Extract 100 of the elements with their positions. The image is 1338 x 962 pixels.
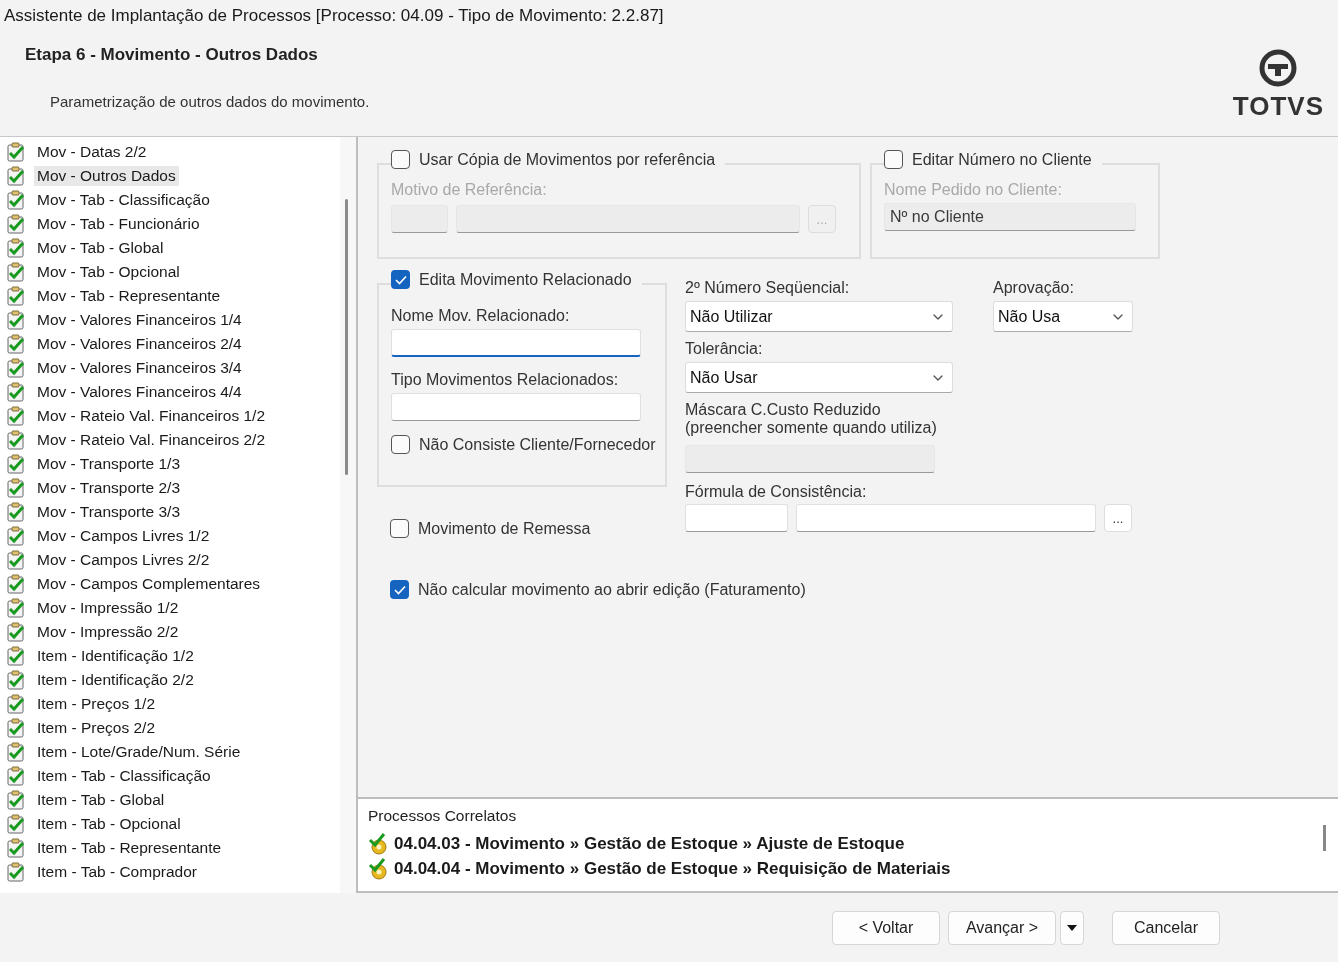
clipboard-check-icon [6, 334, 26, 354]
step-item[interactable]: Mov - Campos Livres 2/2 [34, 550, 213, 570]
field-label: Nome Mov. Relacionado: [391, 307, 571, 325]
step-item[interactable]: Item - Tab - Opcional [34, 814, 184, 834]
step-item[interactable]: Item - Identificação 1/2 [34, 646, 197, 666]
step-item[interactable]: Item - Tab - Comprador [34, 862, 200, 882]
clipboard-check-icon [6, 838, 26, 858]
field-label: Tipo Movimentos Relacionados: [391, 371, 620, 389]
check-icon [393, 584, 406, 595]
step-item[interactable]: Mov - Impressão 1/2 [34, 598, 182, 618]
gear-check-icon [368, 857, 390, 880]
input-field[interactable] [796, 504, 1096, 532]
wizard-button[interactable]: Avançar > [948, 910, 1056, 945]
step-item[interactable]: Mov - Campos Livres 1/2 [34, 526, 213, 546]
clipboard-check-icon [6, 358, 26, 378]
checkbox[interactable] [390, 580, 409, 599]
dropdown[interactable]: Não Usar [685, 362, 953, 393]
step-item[interactable]: Mov - Tab - Representante [34, 286, 224, 306]
field-hint: (preencher somente quando utiliza) [685, 419, 938, 437]
checkbox[interactable] [391, 435, 410, 454]
step-item[interactable]: Mov - Valores Financeiros 2/4 [34, 334, 245, 354]
step-item[interactable]: Mov - Tab - Classificação [34, 190, 213, 210]
scrollbar-thumb[interactable] [1323, 825, 1326, 851]
clipboard-check-icon [6, 478, 26, 498]
clipboard-check-icon [6, 718, 26, 738]
checkbox-label: Não Consiste Cliente/Fornecedor [419, 435, 656, 454]
field-label: Tolerância: [685, 340, 764, 358]
process-link[interactable]: 04.04.04 - Movimento » Gestão de Estoque » Requisição de Materiais [394, 858, 951, 879]
step-item[interactable]: Mov - Tab - Global [34, 238, 167, 258]
step-item[interactable]: Mov - Rateio Val. Financeiros 2/2 [34, 430, 268, 450]
step-item[interactable]: Item - Lote/Grade/Num. Série [34, 742, 244, 762]
process-link[interactable]: 04.04.03 - Movimento » Gestão de Estoque » Ajuste de Estoque [394, 833, 905, 854]
step-item[interactable]: Item - Identificação 2/2 [34, 670, 197, 690]
browse-button[interactable]: ... [1104, 504, 1132, 532]
step-title: Etapa 6 - Movimento - Outros Dados [25, 45, 319, 65]
step-item[interactable]: Mov - Transporte 2/3 [34, 478, 183, 498]
clipboard-check-icon [6, 598, 26, 618]
clipboard-check-icon [6, 694, 26, 714]
menu-button[interactable] [1060, 910, 1084, 945]
section-title: Processos Correlatos [368, 807, 518, 825]
step-subtitle: Parametrização de outros dados do movimento. [50, 93, 370, 110]
step-item[interactable]: Mov - Datas 2/2 [34, 142, 150, 162]
input-field[interactable] [391, 329, 641, 357]
check-icon [394, 274, 407, 285]
clipboard-check-icon [6, 214, 26, 234]
step-item[interactable]: Mov - Rateio Val. Financeiros 1/2 [34, 406, 268, 426]
step-item[interactable]: Mov - Campos Complementares [34, 574, 264, 594]
clipboard-check-icon [6, 550, 26, 570]
caret-icon [1067, 924, 1077, 931]
clipboard-check-icon [6, 790, 26, 810]
step-item[interactable]: Mov - Tab - Opcional [34, 262, 183, 282]
scrollbar-thumb[interactable] [345, 199, 348, 475]
step-item[interactable]: Item - Tab - Classificação [34, 766, 214, 786]
clipboard-check-icon [6, 142, 26, 162]
clipboard-check-icon [6, 286, 26, 306]
checkbox-label: Edita Movimento Relacionado [419, 270, 632, 289]
step-item[interactable]: Mov - Outros Dados [34, 166, 179, 186]
field-label: Aprovação: [993, 279, 1075, 297]
clipboard-check-icon [6, 814, 26, 834]
clipboard-check-icon [6, 742, 26, 762]
clipboard-check-icon [6, 526, 26, 546]
dropdown[interactable]: Não Utilizar [685, 301, 953, 332]
step-item[interactable]: Item - Tab - Representante [34, 838, 225, 858]
checkbox[interactable] [390, 519, 409, 538]
step-item[interactable]: Mov - Valores Financeiros 4/4 [34, 382, 245, 402]
checkbox[interactable] [391, 270, 410, 289]
clipboard-check-icon [6, 646, 26, 666]
logo-icon [1259, 49, 1298, 87]
step-item[interactable]: Mov - Impressão 2/2 [34, 622, 182, 642]
input-field[interactable] [391, 205, 448, 233]
step-item[interactable]: Item - Preços 2/2 [34, 718, 158, 738]
step-item[interactable]: Mov - Transporte 1/3 [34, 454, 183, 474]
step-item[interactable]: Mov - Transporte 3/3 [34, 502, 183, 522]
input-field[interactable] [391, 393, 641, 421]
checkbox-label: Editar Número no Cliente [912, 150, 1092, 169]
step-item[interactable]: Mov - Valores Financeiros 1/4 [34, 310, 245, 330]
clipboard-check-icon [6, 622, 26, 642]
dropdown[interactable]: Não Usa [993, 301, 1133, 332]
field-label: Máscara C.Custo Reduzido [685, 401, 882, 419]
clipboard-check-icon [6, 382, 26, 402]
clipboard-check-icon [6, 430, 26, 450]
clipboard-check-icon [6, 862, 26, 882]
step-item[interactable]: Item - Preços 1/2 [34, 694, 158, 714]
checkbox-label: Usar Cópia de Movimentos por referência [419, 150, 716, 169]
clipboard-check-icon [6, 670, 26, 690]
logo-text: TOTVS [1232, 91, 1324, 122]
clipboard-check-icon [6, 574, 26, 594]
input-field[interactable] [456, 205, 800, 233]
clipboard-check-icon [6, 502, 26, 522]
clipboard-check-icon [6, 262, 26, 282]
step-item[interactable]: Item - Tab - Global [34, 790, 168, 810]
step-item[interactable]: Mov - Tab - Funcionário [34, 214, 203, 234]
field-label: Fórmula de Consistência: [685, 483, 868, 501]
step-item[interactable]: Mov - Valores Financeiros 3/4 [34, 358, 245, 378]
field-label: Motivo de Referência: [391, 181, 548, 199]
input-field[interactable] [685, 504, 788, 532]
wizard-button[interactable]: Cancelar [1112, 910, 1220, 945]
clipboard-check-icon [6, 454, 26, 474]
field-label: 2º Número Seqüencial: [685, 279, 851, 297]
wizard-button[interactable]: < Voltar [832, 910, 940, 945]
